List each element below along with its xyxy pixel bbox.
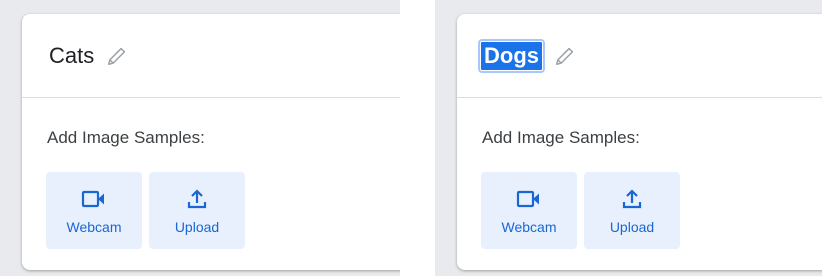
upload-button[interactable]: Upload bbox=[584, 172, 680, 249]
upload-button[interactable]: Upload bbox=[149, 172, 245, 249]
upload-label: Upload bbox=[174, 218, 220, 235]
webcam-label: Webcam bbox=[66, 218, 122, 235]
upload-label: Upload bbox=[609, 218, 655, 235]
upload-icon bbox=[621, 187, 643, 211]
panel-left: Cats Add Image Samples: Webcam Upload bbox=[0, 0, 400, 276]
card-header: Dogs bbox=[457, 14, 822, 98]
webcam-button[interactable]: Webcam bbox=[481, 172, 577, 249]
class-card-dogs: Dogs Add Image Samples: Webcam Upload bbox=[457, 14, 822, 270]
sample-buttons: Webcam Upload bbox=[481, 172, 822, 249]
webcam-icon bbox=[516, 187, 542, 211]
card-header: Cats bbox=[22, 14, 400, 98]
panel-separator bbox=[400, 0, 435, 276]
sample-buttons: Webcam Upload bbox=[46, 172, 400, 249]
pencil-icon[interactable] bbox=[106, 45, 128, 67]
upload-icon bbox=[186, 187, 208, 211]
webcam-icon bbox=[81, 187, 107, 211]
pencil-icon[interactable] bbox=[554, 45, 576, 67]
webcam-label: Webcam bbox=[501, 218, 557, 235]
panel-right: Dogs Add Image Samples: Webcam Upload bbox=[435, 0, 822, 276]
section-label: Add Image Samples: bbox=[47, 128, 205, 147]
section-label: Add Image Samples: bbox=[482, 128, 640, 147]
class-title[interactable]: Cats bbox=[49, 42, 94, 70]
class-card-cats: Cats Add Image Samples: Webcam Upload bbox=[22, 14, 400, 270]
webcam-button[interactable]: Webcam bbox=[46, 172, 142, 249]
class-title-input[interactable]: Dogs bbox=[478, 38, 545, 73]
